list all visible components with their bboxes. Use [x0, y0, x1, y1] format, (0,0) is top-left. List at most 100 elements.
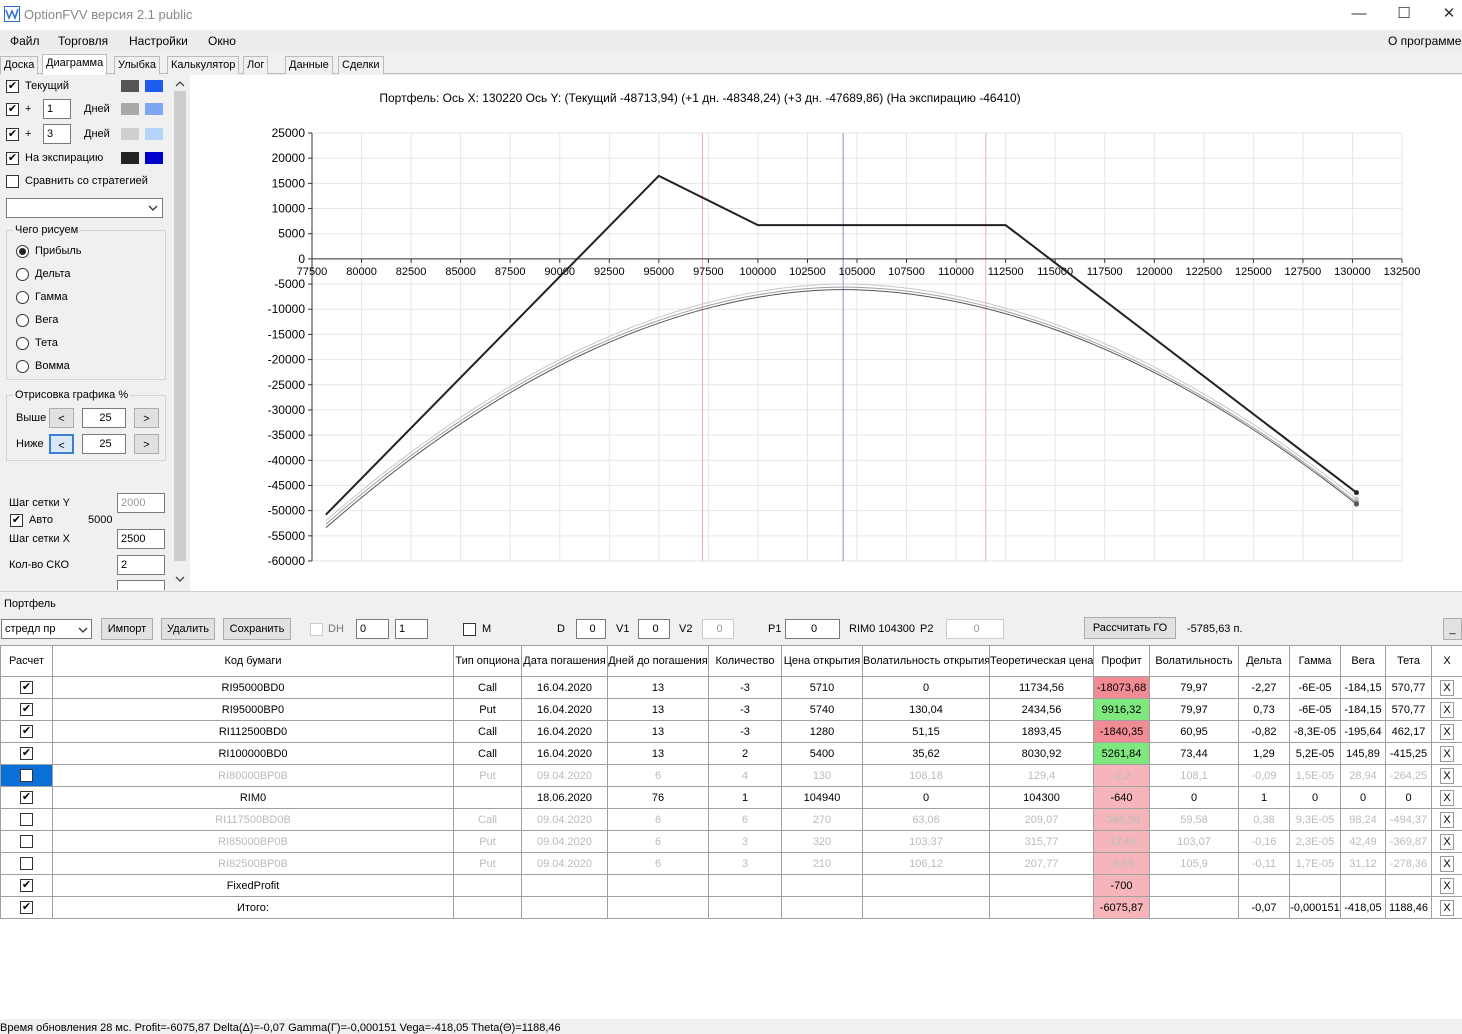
plus3-color-swatch-2[interactable] — [145, 128, 163, 140]
column-header[interactable]: Волатильность открытия — [863, 646, 990, 677]
remove-row-button[interactable]: X — [1440, 680, 1454, 696]
above-increase-button[interactable]: > — [134, 408, 159, 428]
column-header[interactable]: Гамма — [1290, 646, 1341, 677]
remove-row-button[interactable]: X — [1440, 724, 1454, 740]
maximize-button[interactable]: ☐ — [1381, 0, 1427, 30]
table-row[interactable]: RI80000BP0BPut09.04.202064130108,18129,4… — [1, 765, 1462, 787]
remove-row-button[interactable]: X — [1440, 834, 1454, 850]
calc-checkbox[interactable] — [20, 813, 33, 826]
column-header[interactable]: Тета — [1386, 646, 1432, 677]
grid-y-input[interactable]: 2000 — [117, 493, 165, 513]
calc-cell[interactable] — [1, 809, 53, 831]
column-header[interactable]: Теоретическая цена — [990, 646, 1094, 677]
p1-input[interactable]: 0 — [785, 619, 840, 639]
column-header[interactable]: Количество — [709, 646, 782, 677]
import-button[interactable]: Импорт — [101, 618, 153, 640]
calc-cell[interactable]: ✔ — [1, 897, 53, 919]
grid-x-input[interactable]: 2500 — [117, 529, 165, 549]
tab-calculator[interactable]: Калькулятор — [167, 56, 239, 74]
strategy-select[interactable] — [6, 198, 163, 218]
below-input[interactable]: 25 — [82, 434, 126, 454]
calc-checkbox[interactable]: ✔ — [20, 681, 33, 694]
column-header[interactable]: Расчет — [1, 646, 53, 677]
column-header[interactable]: Дельта — [1239, 646, 1290, 677]
dh-input-1[interactable]: 0 — [356, 619, 389, 639]
minimize-button[interactable]: — — [1336, 0, 1382, 30]
calc-margin-button[interactable]: Рассчитать ГО — [1084, 617, 1176, 639]
remove-row-button[interactable]: X — [1440, 768, 1454, 784]
remove-row-button[interactable]: X — [1440, 812, 1454, 828]
sko-input[interactable]: 2 — [117, 555, 165, 575]
calc-checkbox[interactable]: ✔ — [20, 901, 33, 914]
remove-row-button[interactable]: X — [1440, 790, 1454, 806]
expiry-checkbox[interactable]: ✔ — [6, 152, 19, 165]
tab-diagram[interactable]: Диаграмма — [42, 54, 107, 75]
menu-file[interactable]: Файл — [10, 34, 40, 48]
p2-input[interactable]: 0 — [946, 619, 1004, 639]
partial-input[interactable] — [117, 580, 165, 590]
table-row[interactable]: ✔RI112500BD0Call16.04.202013-3128051,151… — [1, 721, 1462, 743]
above-input[interactable]: 25 — [82, 408, 126, 428]
v2-input[interactable]: 0 — [702, 619, 734, 639]
scrollbar-thumb[interactable] — [174, 91, 186, 561]
table-row[interactable]: ✔FixedProfit-700X — [1, 875, 1462, 897]
column-header[interactable]: X — [1432, 646, 1462, 677]
plus1-days-input[interactable]: 1 — [43, 99, 71, 119]
column-header[interactable]: Волатильность — [1150, 646, 1239, 677]
delete-button[interactable]: Удалить — [161, 618, 215, 640]
remove-row-button[interactable]: X — [1440, 856, 1454, 872]
calc-cell[interactable] — [1, 765, 53, 787]
table-row[interactable]: RI117500BD0BCall09.04.20206627063,06209,… — [1, 809, 1462, 831]
calc-cell[interactable]: ✔ — [1, 677, 53, 699]
current-checkbox[interactable]: ✔ — [6, 80, 19, 93]
plus3-days-input[interactable]: 3 — [43, 124, 71, 144]
calc-checkbox[interactable] — [20, 835, 33, 848]
column-header[interactable]: Вега — [1341, 646, 1386, 677]
column-header[interactable]: Цена открытия — [782, 646, 863, 677]
above-decrease-button[interactable]: < — [49, 408, 74, 428]
tab-log[interactable]: Лог — [243, 56, 268, 74]
column-header[interactable]: Дней до погашения — [608, 646, 709, 677]
column-header[interactable]: Дата погашения — [522, 646, 608, 677]
chevron-down-icon[interactable] — [175, 576, 185, 582]
dh-checkbox[interactable] — [310, 623, 323, 636]
calc-checkbox[interactable]: ✔ — [20, 879, 33, 892]
calc-checkbox[interactable] — [20, 857, 33, 870]
plus3-checkbox[interactable]: ✔ — [6, 128, 19, 141]
plus3-color-swatch[interactable] — [121, 128, 139, 140]
column-header[interactable]: Тип опциона — [454, 646, 522, 677]
collapse-button[interactable]: _ — [1443, 618, 1462, 640]
calc-checkbox[interactable]: ✔ — [20, 725, 33, 738]
left-scrollbar[interactable] — [173, 77, 187, 587]
calc-cell[interactable]: ✔ — [1, 699, 53, 721]
tab-deals[interactable]: Сделки — [338, 56, 384, 74]
calc-cell[interactable]: ✔ — [1, 743, 53, 765]
table-row[interactable]: ✔RIM018.06.20207611049400104300-64001000… — [1, 787, 1462, 809]
table-row[interactable]: ✔RI95000BD0Call16.04.202013-35710011734,… — [1, 677, 1462, 699]
expiry-color-swatch[interactable] — [121, 152, 139, 164]
current-color-swatch[interactable] — [121, 80, 139, 92]
radio-profit[interactable] — [16, 245, 29, 258]
radio-vomma[interactable] — [16, 360, 29, 373]
radio-delta[interactable] — [16, 268, 29, 281]
auto-checkbox[interactable]: ✔ — [10, 514, 23, 527]
profit-chart[interactable]: 2500020000150001000050000-5000-10000-150… — [190, 75, 1462, 592]
calc-cell[interactable] — [1, 831, 53, 853]
expiry-color-swatch-2[interactable] — [145, 152, 163, 164]
below-decrease-button[interactable]: < — [49, 434, 74, 454]
calc-cell[interactable]: ✔ — [1, 721, 53, 743]
radio-theta[interactable] — [16, 337, 29, 350]
menu-settings[interactable]: Настройки — [129, 34, 188, 48]
menu-about[interactable]: О программе — [1388, 34, 1461, 48]
remove-row-button[interactable]: X — [1440, 900, 1454, 916]
compare-checkbox[interactable] — [6, 175, 19, 188]
plus1-color-swatch[interactable] — [121, 103, 139, 115]
remove-row-button[interactable]: X — [1440, 702, 1454, 718]
column-header[interactable]: Код бумаги — [53, 646, 454, 677]
v1-input[interactable]: 0 — [638, 619, 670, 639]
calc-cell[interactable]: ✔ — [1, 787, 53, 809]
table-row[interactable]: RI82500BP0BPut09.04.202063210106,12207,7… — [1, 853, 1462, 875]
table-row[interactable]: ✔RI100000BD0Call16.04.2020132540035,6280… — [1, 743, 1462, 765]
calc-checkbox[interactable]: ✔ — [20, 747, 33, 760]
remove-row-button[interactable]: X — [1440, 746, 1454, 762]
